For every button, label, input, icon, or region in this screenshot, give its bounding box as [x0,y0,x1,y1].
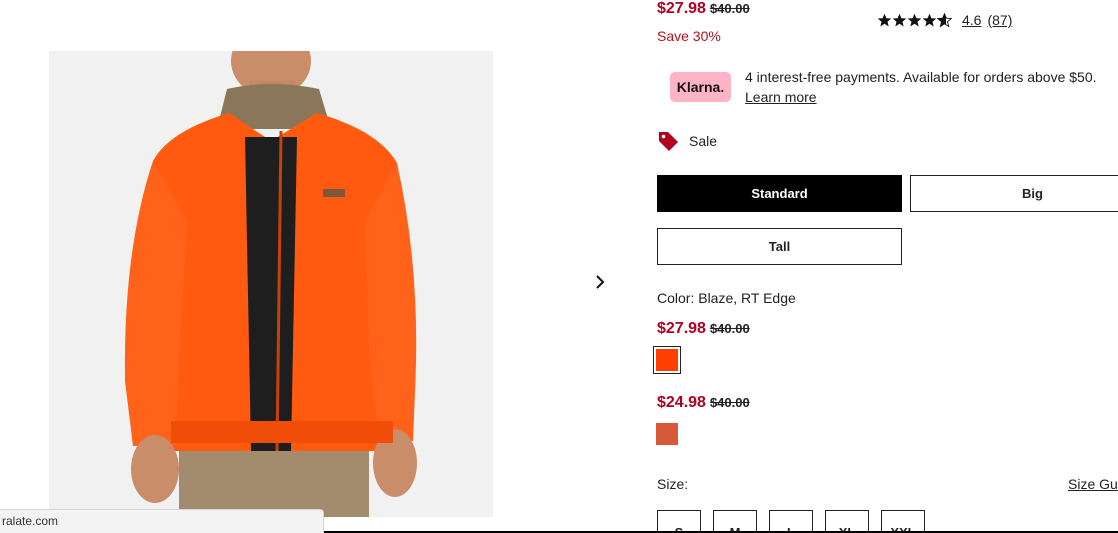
size-option-s[interactable]: S [657,510,701,533]
color-option-price: $27.98 $40.00 [657,320,750,338]
klarna-message-text: 4 interest-free payments. Available for … [745,69,1097,85]
fit-option-big[interactable]: Big [910,175,1118,212]
top-price: $27.98 $40.00 [657,0,750,18]
fit-option-tall[interactable]: Tall [657,228,902,265]
price-tag-icon [659,132,678,151]
sale-label: Sale [689,133,718,149]
size-option-xxl[interactable]: XXL [881,510,925,533]
rating-value-link[interactable]: 4.6 [962,12,981,28]
klarna-message: 4 interest-free payments. Available for … [745,67,1118,107]
original-price: $40.00 [709,321,750,336]
size-label: Size: [657,476,689,492]
status-bar: ralate.com [0,509,324,533]
learn-more-link[interactable]: Learn more [745,87,1118,107]
star-half-icon [937,12,952,27]
fit-option-standard[interactable]: Standard [657,175,902,212]
color-swatch-blaze[interactable] [653,346,681,374]
sale-price: $24.98 [657,394,706,411]
star-icon [877,13,892,26]
jacket-photo [49,51,493,517]
star-rating [877,12,952,28]
next-image-button[interactable] [590,270,610,294]
size-option-xl[interactable]: XL [825,510,869,533]
rating-summary[interactable]: 4.6 (87) [877,12,1012,28]
save-percentage: Save 30% [657,28,721,44]
sale-badge: Sale [657,130,717,152]
size-guide-link[interactable]: Size Gu [1068,476,1118,492]
product-image[interactable] [49,51,493,517]
sale-price: $27.98 [657,320,706,337]
chevron-right-icon [596,275,605,289]
klarna-logo: Klarna. [670,72,731,102]
star-icon [892,13,907,26]
star-icon [922,13,937,26]
color-label: Color: Blaze, RT Edge [657,290,796,306]
size-option-l[interactable]: L [769,510,813,533]
size-option-m[interactable]: M [713,510,757,533]
star-icon [907,13,922,26]
original-price: $40.00 [709,395,750,410]
color-option-price: $24.98 $40.00 [657,394,750,412]
original-price: $40.00 [709,1,750,16]
status-url: ralate.com [2,514,59,528]
review-count-link[interactable]: (87) [987,12,1012,28]
color-swatch-rust[interactable] [656,423,678,445]
sale-price: $27.98 [657,0,706,17]
